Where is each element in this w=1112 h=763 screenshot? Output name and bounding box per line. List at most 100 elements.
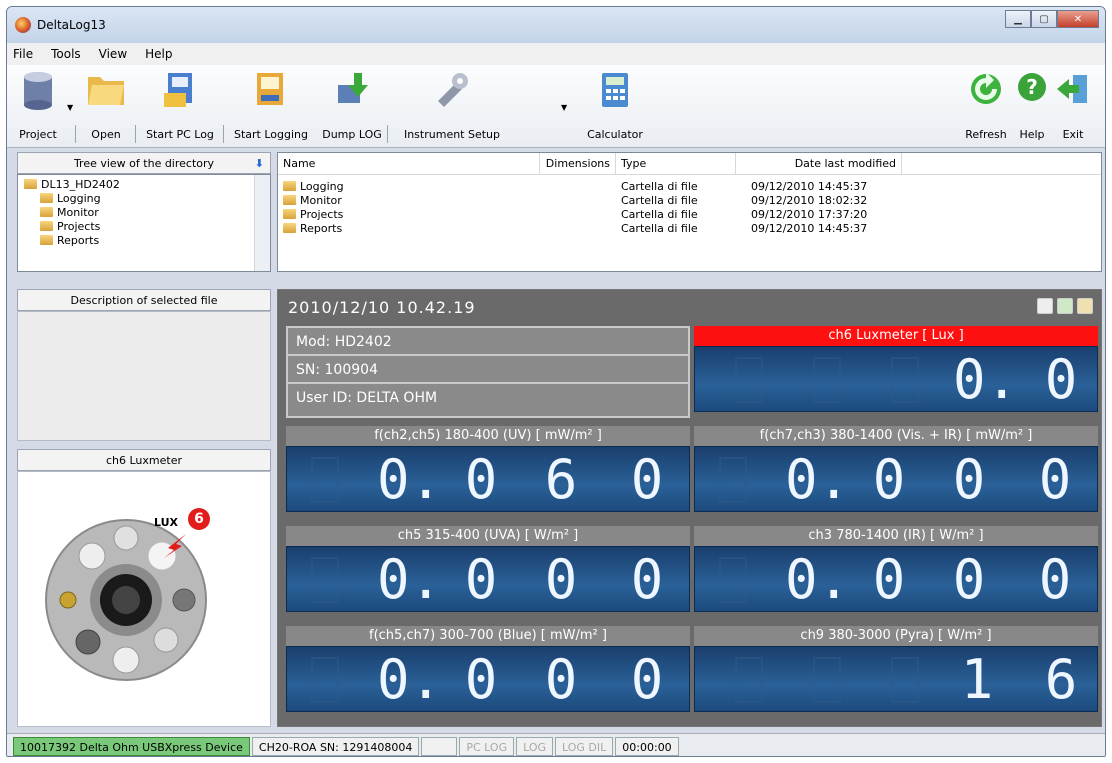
exit-icon	[1057, 75, 1087, 103]
segment-ghost	[735, 357, 763, 403]
status-empty	[421, 736, 458, 756]
minimize-button[interactable]: ▁	[1005, 10, 1031, 28]
refresh-button[interactable]: Refresh	[959, 67, 1013, 145]
column-name[interactable]: Name	[278, 153, 540, 174]
meter-display: 0. 0 0 0	[694, 446, 1098, 512]
chart-icon[interactable]	[1057, 298, 1073, 314]
menu-file[interactable]: File	[13, 47, 33, 61]
meter-display: 0. 0 0 0	[286, 546, 690, 612]
project-dropdown-icon[interactable]: ▼	[67, 103, 73, 112]
meter-digit: 6	[1044, 648, 1078, 711]
meter-display: 0. 0	[694, 346, 1098, 412]
calculator-label: Calculator	[587, 128, 643, 141]
meter-digit: 0	[952, 448, 986, 511]
instrument-setup-dropdown-icon[interactable]: ▼	[561, 103, 567, 112]
menu-help[interactable]: Help	[145, 47, 172, 61]
menu-tools[interactable]: Tools	[51, 47, 81, 61]
help-label: Help	[1019, 128, 1045, 141]
project-button[interactable]: Project	[13, 67, 63, 145]
tree-item-projects[interactable]: Projects	[24, 220, 270, 234]
title-bar: DeltaLog13 ▁ ▢ ✕	[7, 7, 1105, 43]
table-row[interactable]: Reports Cartella di file 09/12/2010 14:45:…	[278, 221, 1101, 235]
pc-log-icon	[164, 73, 192, 107]
calendar-icon[interactable]	[1037, 298, 1053, 314]
meter-digit: 0	[464, 548, 498, 611]
monitor-datetime: 2010/12/10 10.42.19	[288, 298, 476, 317]
instrument-info: Mod: HD2402 SN: 100904 User ID: DELTA OH…	[286, 326, 690, 418]
help-button[interactable]: ? Help	[1013, 67, 1051, 145]
row-name: Reports	[300, 221, 343, 235]
tree-item-logging[interactable]: Logging	[24, 192, 270, 206]
tree-scrollbar[interactable]	[254, 175, 270, 271]
tree-item-label: Logging	[57, 192, 101, 205]
meter-label: ch6 Luxmeter [ Lux ]	[694, 326, 1098, 346]
start-pc-log-button[interactable]: Start PC Log	[139, 67, 221, 145]
probe-serial-status: CH20-ROA SN: 1291408004	[251, 736, 420, 756]
segment-ghost	[311, 557, 339, 603]
row-name: Projects	[300, 207, 344, 221]
row-type: Cartella di file	[621, 179, 698, 193]
meter-digit: 0.	[377, 548, 443, 611]
window-controls: ▁ ▢ ✕	[1005, 10, 1099, 28]
column-type[interactable]: Type	[616, 153, 736, 174]
segment-ghost	[719, 557, 747, 603]
user-id-label: User ID: DELTA OHM	[296, 390, 438, 406]
app-icon	[15, 17, 31, 33]
row-date: 09/12/2010 18:02:32	[751, 193, 868, 207]
close-button[interactable]: ✕	[1057, 10, 1099, 28]
column-dimensions[interactable]: Dimensions	[540, 153, 616, 174]
database-icon	[24, 72, 52, 110]
folder-icon	[283, 222, 296, 233]
settings-icon[interactable]	[1077, 298, 1093, 314]
tree-item-monitor[interactable]: Monitor	[24, 206, 270, 220]
refresh-icon	[971, 72, 1001, 104]
project-label: Project	[19, 128, 57, 141]
column-date-modified[interactable]: Date last modified	[736, 153, 902, 174]
meter-label: f(ch7,ch3) 380-1400 (Vis. + IR) [ mW/m² …	[694, 426, 1098, 446]
meter-uv: f(ch2,ch5) 180-400 (UV) [ mW/m² ] 0. 0 6…	[286, 426, 690, 512]
maximize-button[interactable]: ▢	[1031, 10, 1057, 28]
wrench-icon	[438, 73, 468, 107]
calculator-button[interactable]: Calculator	[579, 67, 651, 145]
meter-ch6-luxmeter: ch6 Luxmeter [ Lux ] 0. 0	[694, 326, 1098, 412]
folder-icon	[283, 208, 296, 219]
meter-digit: 0.	[785, 448, 851, 511]
toolbar-separator	[223, 125, 224, 143]
tree-item-label: Projects	[57, 220, 101, 233]
toolbar: Project ▼ Open Start PC Log Start Loggin…	[7, 65, 1105, 148]
tree-root[interactable]: DL13_HD2402	[24, 178, 270, 192]
svg-text:?: ?	[1026, 75, 1038, 99]
meter-digit: 0	[630, 448, 664, 511]
table-row[interactable]: Logging Cartella di file 09/12/2010 14:45:…	[278, 179, 1101, 193]
table-row[interactable]: Projects Cartella di file 09/12/2010 17:37…	[278, 207, 1101, 221]
probe-header: ch6 Luxmeter	[17, 449, 271, 471]
meter-vis-ir: f(ch7,ch3) 380-1400 (Vis. + IR) [ mW/m² …	[694, 426, 1098, 512]
logging-icon	[257, 73, 283, 105]
tree-item-reports[interactable]: Reports	[24, 234, 270, 248]
menu-bar: File Tools View Help	[7, 43, 1105, 65]
arrow-down-icon[interactable]: ⬇	[255, 157, 264, 170]
exit-button[interactable]: Exit	[1051, 67, 1095, 145]
segment-ghost	[813, 357, 841, 403]
tree-view-header: Tree view of the directory ⬇	[17, 152, 271, 174]
open-button[interactable]: Open	[81, 67, 131, 145]
meter-digit: 1	[960, 648, 994, 711]
probe-lux-label: LUX	[154, 516, 179, 529]
probe-channel-badge: 6	[188, 508, 210, 530]
window-title: DeltaLog13	[37, 18, 106, 32]
meter-digit: 0	[952, 548, 986, 611]
menu-view[interactable]: View	[99, 47, 127, 61]
start-logging-button[interactable]: Start Logging	[225, 67, 317, 145]
timer-status: 00:00:00	[615, 736, 679, 756]
dump-log-button[interactable]: Dump LOG	[319, 67, 385, 145]
row-type: Cartella di file	[621, 207, 698, 221]
toolbar-separator	[75, 125, 76, 143]
meter-digit: 0.	[953, 348, 1019, 411]
start-logging-label: Start Logging	[233, 128, 308, 141]
segment-ghost	[311, 457, 339, 503]
probe-title: ch6 Luxmeter	[105, 453, 183, 467]
meter-uva: ch5 315-400 (UVA) [ W/m² ] 0. 0 0 0	[286, 526, 690, 612]
instrument-setup-button[interactable]: Instrument Setup	[393, 67, 511, 145]
table-row[interactable]: Monitor Cartella di file 09/12/2010 18:02:…	[278, 193, 1101, 207]
segment-ghost	[891, 657, 919, 703]
